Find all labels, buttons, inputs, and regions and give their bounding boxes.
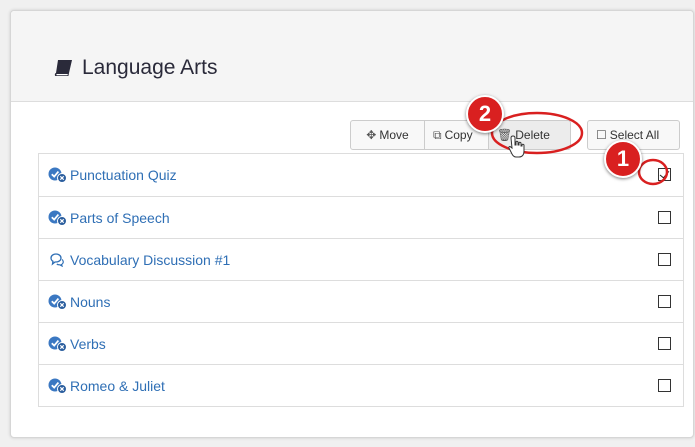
list-item: Punctuation Quiz [39,154,683,196]
move-button[interactable]: ✥ Move [350,120,425,150]
check-badge-icon [48,378,67,394]
item-checkbox[interactable] [658,295,671,308]
page-title: Language Arts [54,56,217,80]
book-icon [54,60,72,76]
content-list: Punctuation Quiz Parts of Speech Vocabul… [38,153,684,407]
move-button-label: Move [379,128,409,142]
item-checkbox[interactable] [658,211,671,224]
checkbox-outline-icon: ☐ [596,128,607,142]
step-badge-1: 1 [604,140,642,178]
list-item: Vocabulary Discussion #1 [39,238,683,280]
list-item: Verbs [39,322,683,364]
item-link[interactable]: Nouns [70,294,110,310]
delete-button-label: Delete [515,128,550,142]
item-checkbox[interactable] [658,253,671,266]
item-checkbox[interactable] [658,337,671,350]
item-link[interactable]: Verbs [70,336,106,352]
list-item: Parts of Speech [39,196,683,238]
list-item: Nouns [39,280,683,322]
check-badge-icon [48,294,67,310]
item-link[interactable]: Parts of Speech [70,210,170,226]
copy-button-label: Copy [444,128,473,142]
list-item: Romeo & Juliet [39,364,683,406]
item-toolbar: ✥ Move ⧉ Copy 🗑 Delete ☐ Select All [350,120,680,150]
panel-header: Language Arts [11,11,693,102]
move-arrows-icon: ✥ [366,128,377,142]
discussion-icon [50,252,64,267]
item-link[interactable]: Vocabulary Discussion #1 [70,252,230,268]
course-panel: Language Arts ✥ Move ⧉ Copy 🗑 Delete ☐ S… [10,10,694,438]
panel-title-text: Language Arts [82,56,218,79]
check-badge-icon [48,210,67,226]
check-badge-icon [48,336,67,352]
item-checkbox[interactable] [658,168,671,181]
trash-icon: 🗑 [497,128,513,142]
item-link[interactable]: Romeo & Juliet [70,378,165,394]
check-badge-icon [48,167,67,183]
item-checkbox[interactable] [658,379,671,392]
item-link[interactable]: Punctuation Quiz [70,167,177,183]
step-badge-2: 2 [466,95,504,133]
copy-icon: ⧉ [433,127,442,142]
